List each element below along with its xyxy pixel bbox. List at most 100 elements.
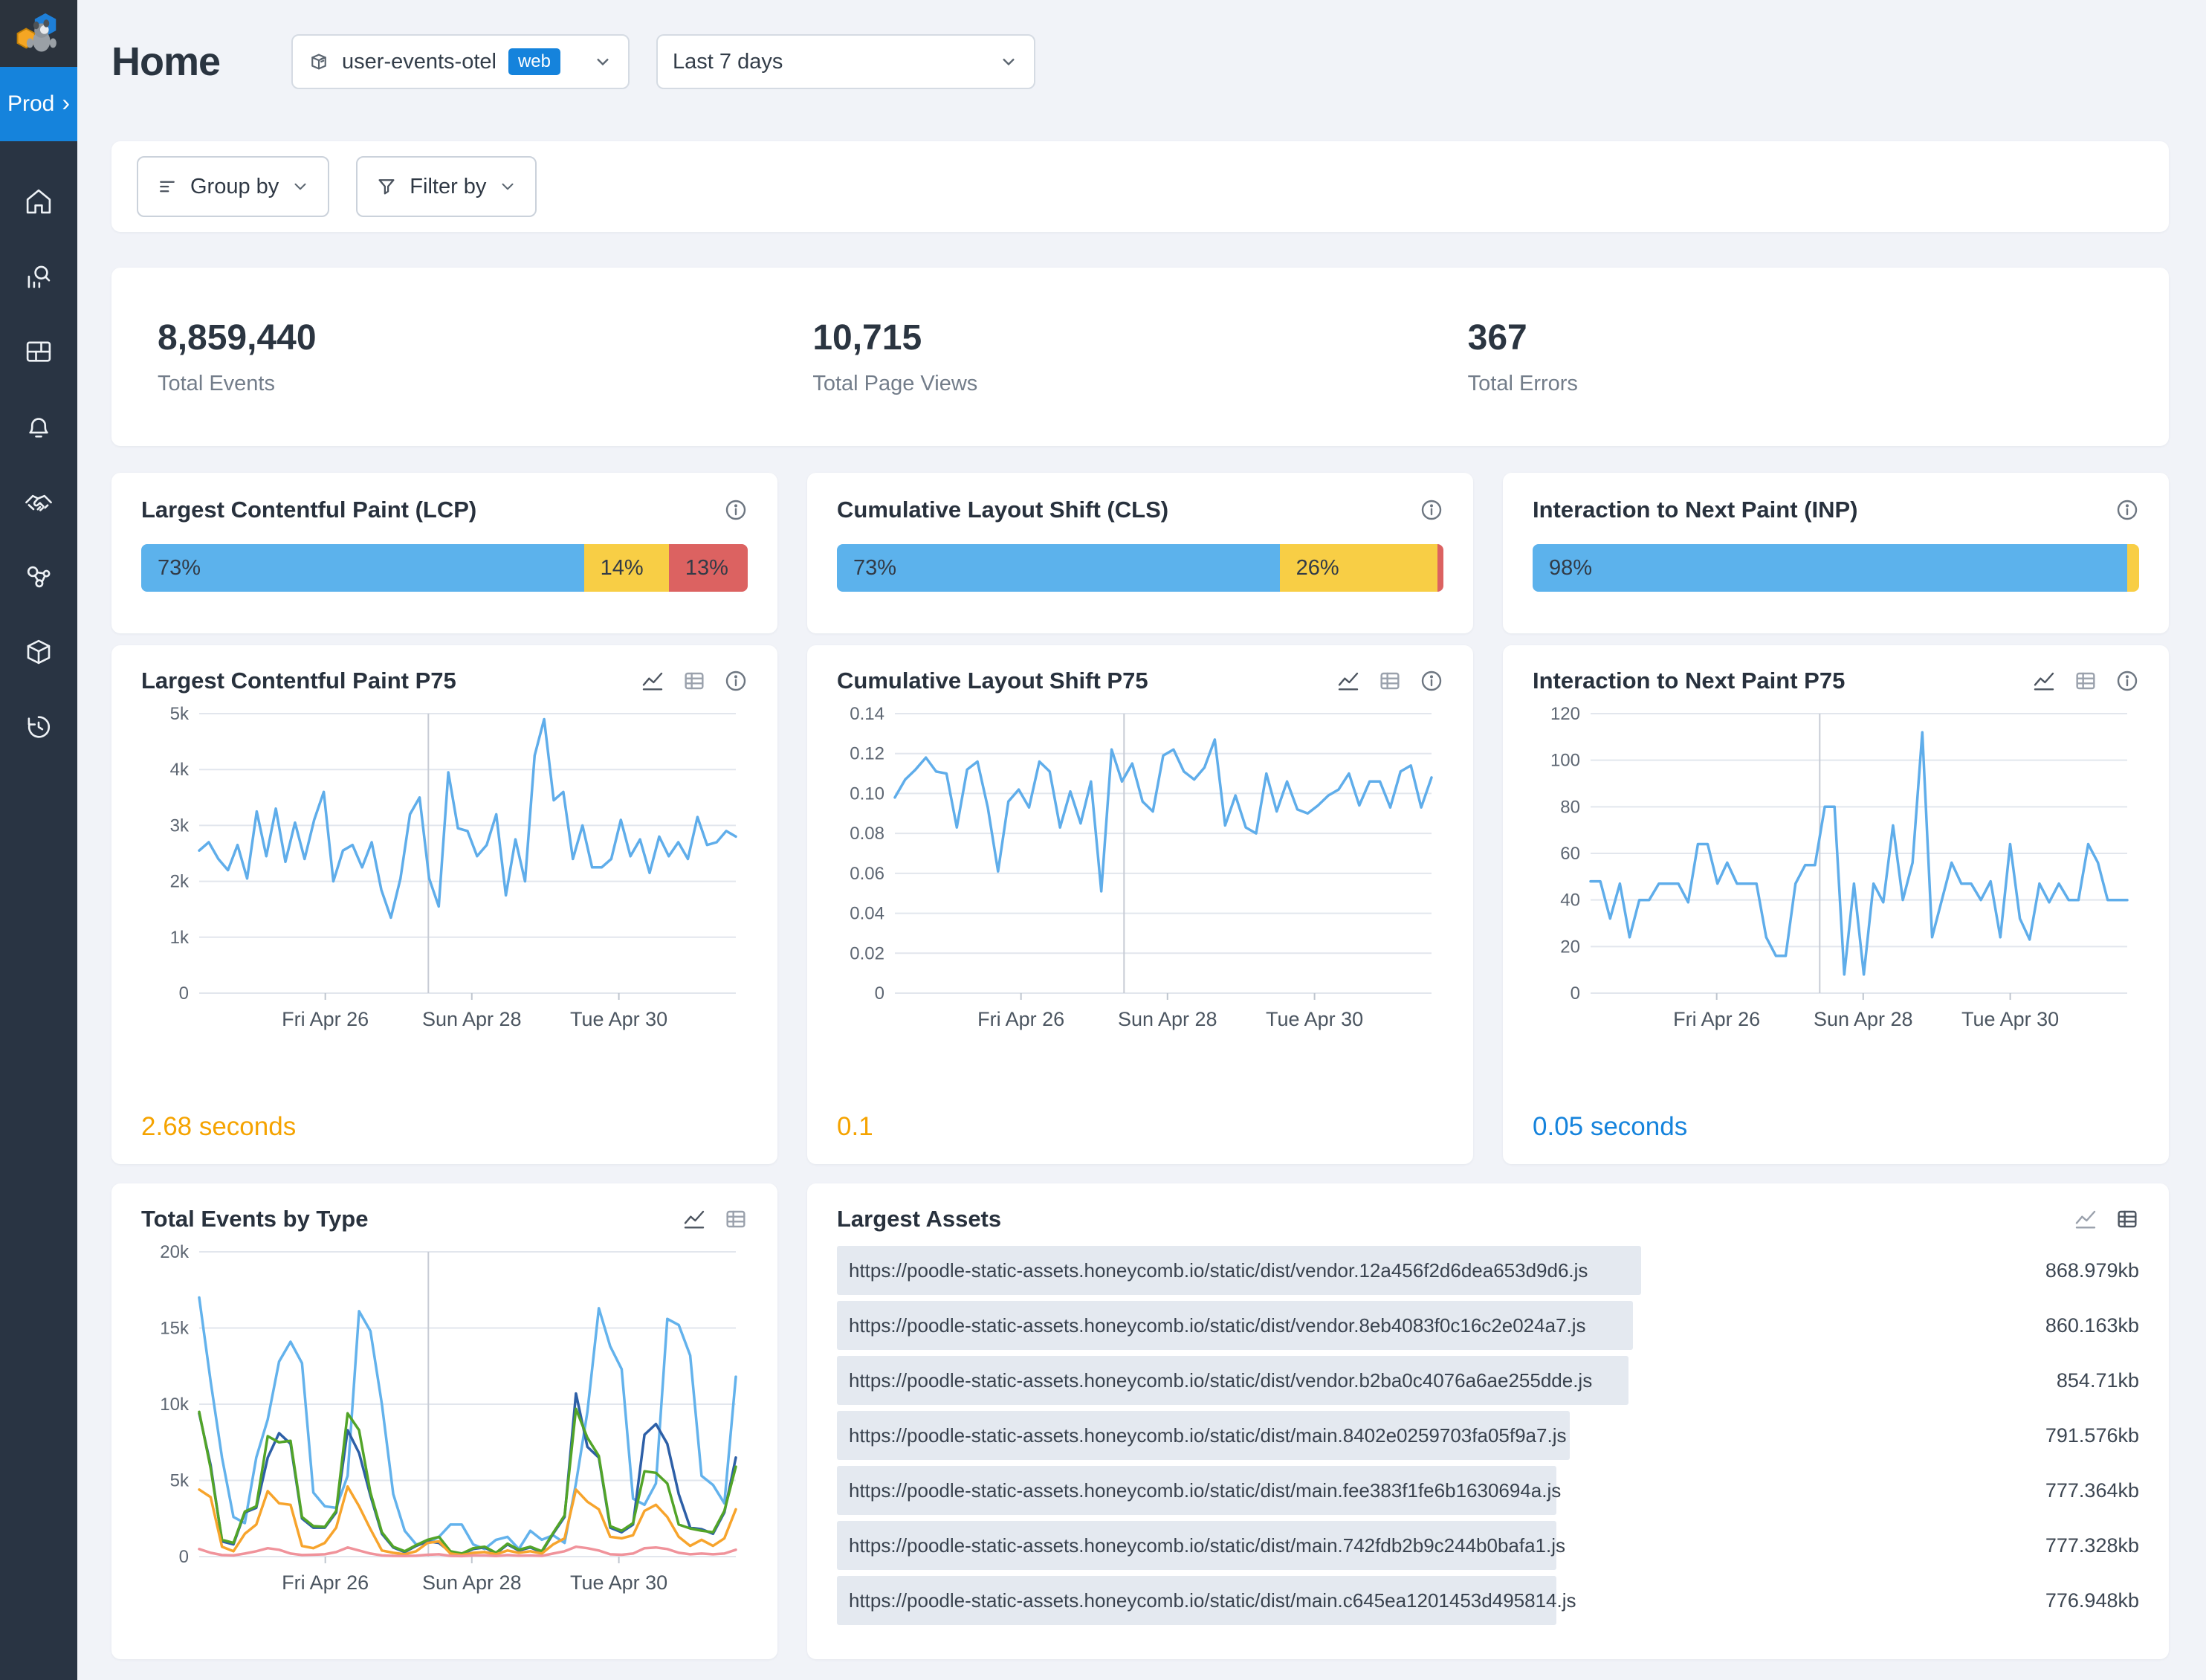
- time-range-selector[interactable]: Last 7 days: [656, 34, 1035, 89]
- group-by-button[interactable]: Group by: [137, 156, 329, 217]
- chevron-down-icon: [998, 51, 1019, 72]
- svg-text:0.12: 0.12: [850, 744, 884, 764]
- asset-row[interactable]: https://poodle-static-assets.honeycomb.i…: [837, 1246, 2139, 1295]
- asset-url: https://poodle-static-assets.honeycomb.i…: [837, 1534, 1565, 1557]
- stat-label: Total Events: [158, 372, 812, 396]
- cube-icon: [23, 636, 54, 668]
- asset-url-cell: https://poodle-static-assets.honeycomb.i…: [837, 1411, 2013, 1460]
- group-by-label: Group by: [190, 175, 279, 199]
- info-icon[interactable]: [1420, 498, 1443, 522]
- asset-url: https://poodle-static-assets.honeycomb.i…: [837, 1369, 1592, 1392]
- largest-assets-card: Largest Assets https://poodle-static-ass…: [807, 1183, 2169, 1659]
- total-events-by-type-card: Total Events by Type 05k10k15k20kFri Apr…: [111, 1183, 777, 1659]
- app-root: Prod ›: [0, 0, 2206, 1680]
- stat-total-errors: 367 Total Errors: [1468, 317, 2123, 396]
- lcp-p75-value: 2.68 seconds: [141, 1112, 748, 1142]
- sidebar-item-boards[interactable]: [0, 314, 77, 389]
- svg-text:4k: 4k: [170, 760, 190, 780]
- sidebar-item-slos[interactable]: [0, 464, 77, 539]
- svg-text:0.04: 0.04: [850, 904, 884, 924]
- svg-text:Tue Apr 30: Tue Apr 30: [1961, 1008, 2059, 1030]
- svg-text:Fri Apr 26: Fri Apr 26: [282, 1008, 369, 1030]
- sidebar-item-datasets[interactable]: [0, 614, 77, 689]
- svg-text:0: 0: [875, 983, 884, 1004]
- inp-p75-chart[interactable]: 020406080100120Fri Apr 26Sun Apr 28Tue A…: [1533, 700, 2139, 1036]
- table-icon[interactable]: [1378, 669, 1402, 693]
- stat-total-events: 8,859,440 Total Events: [158, 317, 812, 396]
- dataset-selector[interactable]: user-events-otel web: [291, 34, 630, 89]
- sidebar-item-alerts[interactable]: [0, 389, 77, 464]
- vital-segment: [2127, 544, 2139, 592]
- table-icon[interactable]: [724, 1207, 748, 1231]
- honeycomb-logo[interactable]: [0, 0, 77, 67]
- asset-url-cell: https://poodle-static-assets.honeycomb.i…: [837, 1466, 2013, 1515]
- card-title: Cumulative Layout Shift P75: [837, 668, 1148, 694]
- environment-name: Prod: [7, 91, 54, 117]
- line-chart-icon[interactable]: [2074, 1207, 2097, 1231]
- asset-row[interactable]: https://poodle-static-assets.honeycomb.i…: [837, 1301, 2139, 1350]
- svg-text:Sun Apr 28: Sun Apr 28: [422, 1571, 522, 1594]
- asset-url: https://poodle-static-assets.honeycomb.i…: [837, 1424, 1566, 1447]
- asset-url-cell: https://poodle-static-assets.honeycomb.i…: [837, 1246, 2013, 1295]
- vital-segment: [1437, 544, 1443, 592]
- handshake-icon: [23, 486, 54, 517]
- line-chart-icon[interactable]: [2032, 669, 2056, 693]
- asset-row[interactable]: https://poodle-static-assets.honeycomb.i…: [837, 1576, 2139, 1625]
- svg-text:80: 80: [1560, 797, 1580, 817]
- card-title: Largest Assets: [837, 1206, 1001, 1232]
- asset-row[interactable]: https://poodle-static-assets.honeycomb.i…: [837, 1411, 2139, 1460]
- sidebar: Prod ›: [0, 0, 77, 1680]
- cls-p75-chart[interactable]: 00.020.040.060.080.100.120.14Fri Apr 26S…: [837, 700, 1443, 1036]
- info-icon[interactable]: [1420, 669, 1443, 693]
- table-icon[interactable]: [2074, 669, 2097, 693]
- svg-text:Sun Apr 28: Sun Apr 28: [1118, 1008, 1217, 1030]
- info-icon[interactable]: [724, 669, 748, 693]
- info-icon[interactable]: [2115, 498, 2139, 522]
- card-title: Interaction to Next Paint P75: [1533, 668, 1845, 694]
- info-icon[interactable]: [724, 498, 748, 522]
- asset-url: https://poodle-static-assets.honeycomb.i…: [837, 1314, 1586, 1337]
- table-icon[interactable]: [682, 669, 706, 693]
- sidebar-item-home[interactable]: [0, 164, 77, 239]
- asset-size: 868.979kb: [2013, 1259, 2139, 1282]
- sidebar-item-service-map[interactable]: [0, 539, 77, 614]
- asset-size: 854.71kb: [2013, 1369, 2139, 1392]
- card-title: Cumulative Layout Shift (CLS): [837, 497, 1168, 523]
- svg-text:Fri Apr 26: Fri Apr 26: [1673, 1008, 1760, 1030]
- vital-segment-label: 73%: [837, 556, 896, 581]
- stat-total-page-views: 10,715 Total Page Views: [812, 317, 1467, 396]
- lcp-vital-card: Largest Contentful Paint (LCP) 73%14%13%: [111, 473, 777, 633]
- package-icon: [308, 51, 330, 73]
- sidebar-item-query[interactable]: [0, 239, 77, 314]
- table-icon[interactable]: [2115, 1207, 2139, 1231]
- inp-p75-card: Interaction to Next Paint P75 0204060801…: [1503, 645, 2169, 1164]
- line-chart-icon[interactable]: [641, 669, 664, 693]
- asset-row[interactable]: https://poodle-static-assets.honeycomb.i…: [837, 1521, 2139, 1570]
- svg-text:100: 100: [1550, 751, 1580, 771]
- svg-text:40: 40: [1560, 891, 1580, 911]
- page-header: Home user-events-otel web Last 7 days: [77, 0, 2206, 123]
- bottom-row: Total Events by Type 05k10k15k20kFri Apr…: [111, 1183, 2169, 1659]
- environment-switcher[interactable]: Prod ›: [0, 67, 77, 141]
- asset-row[interactable]: https://poodle-static-assets.honeycomb.i…: [837, 1466, 2139, 1515]
- svg-text:Sun Apr 28: Sun Apr 28: [1814, 1008, 1913, 1030]
- total-events-by-type-chart[interactable]: 05k10k15k20kFri Apr 26Sun Apr 28Tue Apr …: [141, 1238, 748, 1600]
- vital-segment: 26%: [1280, 544, 1437, 592]
- stat-value: 10,715: [812, 317, 1467, 358]
- asset-row[interactable]: https://poodle-static-assets.honeycomb.i…: [837, 1356, 2139, 1405]
- asset-url-cell: https://poodle-static-assets.honeycomb.i…: [837, 1356, 2013, 1405]
- vital-segment: 73%: [837, 544, 1280, 592]
- web-vitals-row: Largest Contentful Paint (LCP) 73%14%13%…: [111, 473, 2169, 633]
- filter-by-button[interactable]: Filter by: [356, 156, 537, 217]
- svg-text:0: 0: [179, 983, 189, 1004]
- dataset-name: user-events-otel: [342, 50, 496, 74]
- sidebar-item-history[interactable]: [0, 689, 77, 764]
- chevron-right-icon: ›: [62, 89, 70, 117]
- line-chart-icon[interactable]: [1336, 669, 1360, 693]
- line-chart-icon[interactable]: [682, 1207, 706, 1231]
- info-icon[interactable]: [2115, 669, 2139, 693]
- chevron-down-icon: [498, 177, 517, 196]
- lcp-p75-chart[interactable]: 01k2k3k4k5kFri Apr 26Sun Apr 28Tue Apr 3…: [141, 700, 748, 1036]
- page-title: Home: [111, 39, 220, 85]
- vital-segment-label: 73%: [141, 556, 201, 581]
